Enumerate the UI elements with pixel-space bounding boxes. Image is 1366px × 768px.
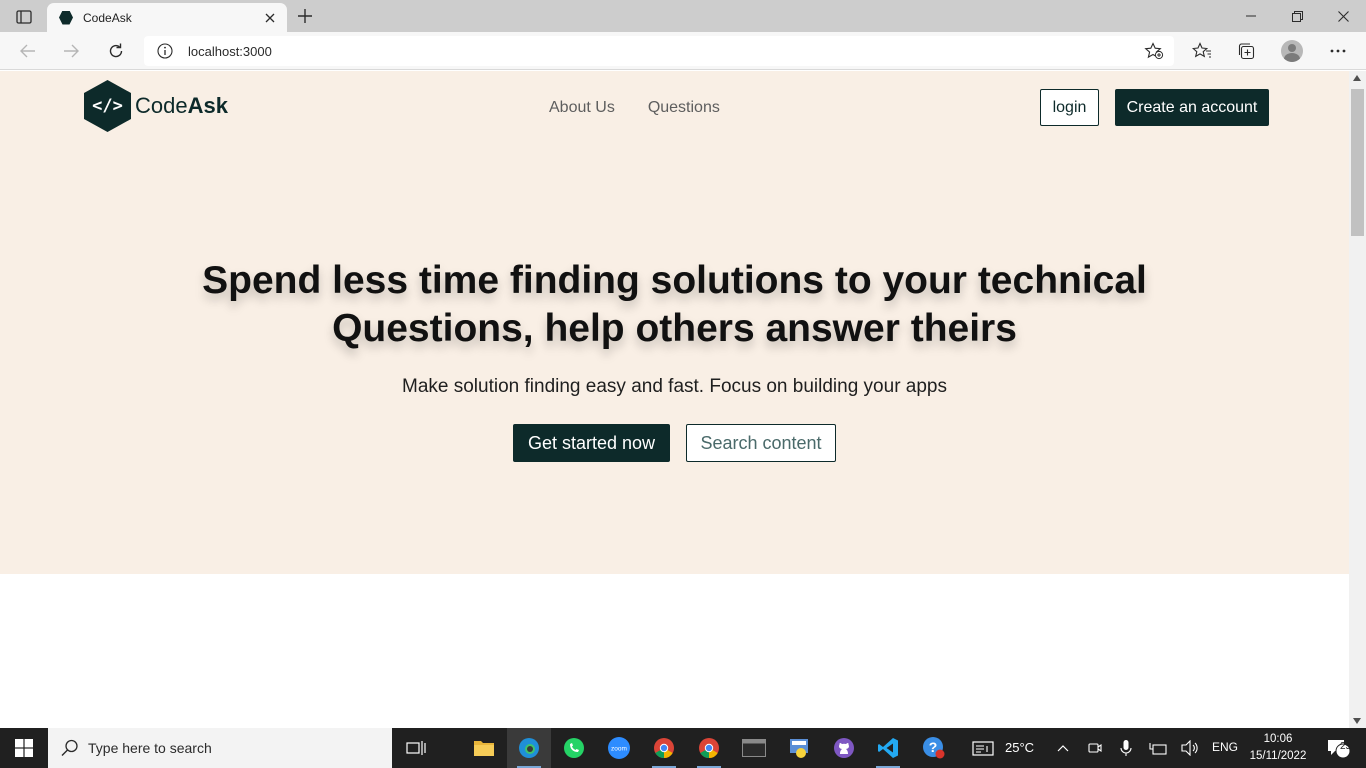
- github-desktop-icon[interactable]: [822, 728, 866, 768]
- input-language[interactable]: ENG: [1212, 740, 1238, 754]
- codeask-favicon-icon: [59, 10, 73, 25]
- profile-avatar-icon[interactable]: [1281, 40, 1303, 62]
- main-nav: About Us Questions: [549, 99, 720, 117]
- back-arrow-icon[interactable]: [13, 37, 43, 65]
- hero-subtitle: Make solution finding easy and fast. Foc…: [402, 376, 947, 397]
- file-explorer-icon[interactable]: [462, 728, 506, 768]
- page-viewport: </> CodeAsk About Us Questions login Cre…: [0, 71, 1349, 728]
- logo-text: CodeAsk: [135, 93, 228, 119]
- weather-temperature[interactable]: 25°C: [1005, 740, 1034, 755]
- get-started-button[interactable]: Get started now: [513, 424, 670, 462]
- browser-toolbar: localhost:3000: [0, 32, 1366, 70]
- hero-headline-line1: Spend less time finding solutions to you…: [202, 259, 1147, 302]
- taskbar-search-placeholder: Type here to search: [88, 740, 212, 756]
- vscode-icon[interactable]: [866, 728, 910, 768]
- help-icon[interactable]: ?: [912, 728, 956, 768]
- login-button[interactable]: login: [1040, 89, 1099, 126]
- meet-now-icon[interactable]: [1080, 728, 1110, 768]
- windows-taskbar: Type here to search zoom ? 25°C ENG 10:0…: [0, 728, 1366, 768]
- hero-section: </> CodeAsk About Us Questions login Cre…: [0, 71, 1349, 574]
- collections-icon[interactable]: [1232, 38, 1260, 64]
- close-tab-icon[interactable]: [259, 7, 281, 29]
- favorites-icon[interactable]: [1188, 38, 1216, 64]
- svg-text:zoom: zoom: [611, 746, 627, 753]
- code-hexagon-icon: </>: [84, 80, 131, 132]
- python-icon[interactable]: [777, 728, 821, 768]
- scrollbar-thumb[interactable]: [1351, 89, 1364, 236]
- address-bar[interactable]: localhost:3000: [144, 36, 1174, 66]
- weather-icon[interactable]: [966, 728, 1000, 768]
- scroll-up-arrow-icon[interactable]: [1353, 75, 1361, 81]
- reload-icon[interactable]: [101, 37, 131, 65]
- forward-arrow-icon[interactable]: [56, 37, 86, 65]
- hero-headline-line2: Questions, help others answer theirs: [332, 307, 1017, 350]
- new-tab-button[interactable]: [292, 4, 318, 28]
- nav-about-us[interactable]: About Us: [549, 99, 615, 117]
- hero-headline: Spend less time finding solutions to you…: [0, 257, 1349, 353]
- task-view-icon[interactable]: [394, 728, 438, 768]
- notifications-icon[interactable]: 25: [1318, 728, 1358, 768]
- network-icon[interactable]: [1143, 728, 1173, 768]
- windows-start-icon[interactable]: [0, 728, 48, 768]
- microphone-icon[interactable]: [1111, 728, 1141, 768]
- site-info-icon[interactable]: [157, 43, 173, 59]
- terminal-icon[interactable]: [732, 728, 776, 768]
- browser-tab[interactable]: CodeAsk: [47, 3, 287, 32]
- logo-text-ask: Ask: [187, 93, 228, 118]
- tab-actions-icon[interactable]: [8, 6, 40, 28]
- create-account-button[interactable]: Create an account: [1115, 89, 1269, 126]
- scroll-down-arrow-icon[interactable]: [1353, 718, 1361, 724]
- tab-title: CodeAsk: [83, 10, 132, 25]
- close-window-button[interactable]: [1320, 0, 1366, 32]
- volume-icon[interactable]: [1175, 728, 1205, 768]
- site-logo[interactable]: </> CodeAsk: [84, 80, 228, 132]
- search-content-button[interactable]: Search content: [686, 424, 836, 462]
- page-scrollbar[interactable]: [1349, 71, 1366, 728]
- chrome-icon[interactable]: [642, 728, 686, 768]
- more-menu-icon[interactable]: [1324, 38, 1352, 64]
- nav-questions[interactable]: Questions: [648, 99, 720, 117]
- logo-text-code: Code: [135, 93, 188, 118]
- add-favorite-icon[interactable]: [1144, 42, 1164, 60]
- taskbar-clock[interactable]: 10:06 15/11/2022: [1249, 731, 1307, 765]
- whatsapp-icon[interactable]: [552, 728, 596, 768]
- notification-count: 25: [1340, 741, 1352, 752]
- zoom-icon[interactable]: zoom: [597, 728, 641, 768]
- show-hidden-icons-chevron-icon[interactable]: [1048, 728, 1078, 768]
- edge-browser-icon[interactable]: [507, 728, 551, 768]
- clock-date: 15/11/2022: [1249, 750, 1307, 762]
- chrome-profile-icon[interactable]: [687, 728, 731, 768]
- url-text: localhost:3000: [188, 44, 272, 59]
- minimize-button[interactable]: [1228, 0, 1274, 32]
- restore-button[interactable]: [1274, 0, 1320, 32]
- browser-tab-bar: CodeAsk: [0, 0, 1366, 32]
- search-icon: [60, 738, 80, 758]
- clock-time: 10:06: [1263, 733, 1293, 745]
- taskbar-search-input[interactable]: Type here to search: [48, 728, 392, 768]
